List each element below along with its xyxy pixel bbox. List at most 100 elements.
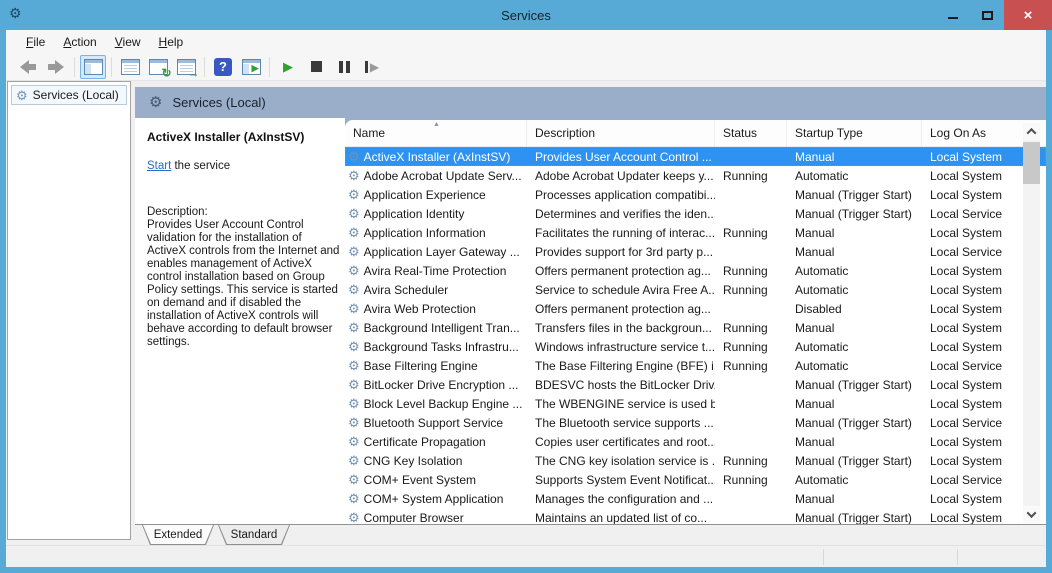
- show-console-tree-icon[interactable]: [80, 55, 106, 79]
- table-row[interactable]: ⚙Application Layer Gateway ... Provides …: [345, 242, 1046, 261]
- scrollbar-thumb[interactable]: [1023, 142, 1040, 184]
- service-gear-icon: ⚙: [348, 264, 360, 277]
- column-header-description[interactable]: Description: [527, 120, 715, 146]
- table-row[interactable]: ⚙Block Level Backup Engine ... The WBENG…: [345, 394, 1046, 413]
- export-list-icon[interactable]: →: [173, 55, 199, 79]
- service-gear-icon: ⚙: [348, 378, 360, 391]
- service-gear-icon: ⚙: [348, 226, 360, 239]
- service-rows: ⚙ActiveX Installer (AxInstSV) Provides U…: [345, 147, 1046, 524]
- table-row[interactable]: ⚙Application Information Facilitates the…: [345, 223, 1046, 242]
- sort-ascending-icon: ▲: [433, 121, 440, 128]
- start-service-link[interactable]: Start: [147, 160, 171, 172]
- pause-service-icon[interactable]: [331, 55, 357, 79]
- table-row[interactable]: ⚙Adobe Acrobat Update Serv... Adobe Acro…: [345, 166, 1046, 185]
- view-tab[interactable]: Standard: [218, 525, 290, 545]
- service-gear-icon: ⚙: [348, 435, 360, 448]
- services-gear-icon: ⚙: [16, 89, 28, 102]
- service-description-panel: ActiveX Installer (AxInstSV) Start the s…: [135, 118, 345, 524]
- extended-view-icon[interactable]: ▶: [238, 55, 264, 79]
- minimize-button[interactable]: [936, 0, 970, 30]
- table-row[interactable]: ⚙Certificate Propagation Copies user cer…: [345, 432, 1046, 451]
- vertical-scrollbar[interactable]: [1023, 123, 1040, 523]
- service-gear-icon: ⚙: [348, 416, 360, 429]
- service-gear-icon: ⚙: [348, 511, 360, 524]
- toolbar-separator: [74, 57, 75, 77]
- menu-item[interactable]: File: [18, 32, 53, 52]
- column-header-status[interactable]: Status: [715, 120, 787, 146]
- service-gear-icon: ⚙: [348, 283, 360, 296]
- help-icon[interactable]: ?: [210, 55, 236, 79]
- toolbar-separator: [111, 57, 112, 77]
- service-gear-icon: ⚙: [348, 188, 360, 201]
- window-border-right: [1046, 30, 1052, 573]
- service-gear-icon: ⚙: [348, 340, 360, 353]
- column-header-startup-type[interactable]: Startup Type: [787, 120, 922, 146]
- selected-service-title: ActiveX Installer (AxInstSV): [147, 130, 337, 144]
- table-row[interactable]: ⚙COM+ Event System Supports System Event…: [345, 470, 1046, 489]
- menu-item[interactable]: View: [107, 32, 149, 52]
- properties-icon[interactable]: [117, 55, 143, 79]
- pane-title: Services (Local): [172, 95, 265, 110]
- console-tree-panel: ⚙ Services (Local): [7, 81, 131, 540]
- table-row[interactable]: ⚙ActiveX Installer (AxInstSV) Provides U…: [345, 147, 1046, 166]
- table-row[interactable]: ⚙Avira Scheduler Service to schedule Avi…: [345, 280, 1046, 299]
- table-row[interactable]: ⚙Bluetooth Support Service The Bluetooth…: [345, 413, 1046, 432]
- stop-service-icon[interactable]: [303, 55, 329, 79]
- service-action: Start the service: [147, 160, 337, 172]
- service-gear-icon: ⚙: [348, 454, 360, 467]
- minimize-icon: [948, 17, 958, 19]
- service-gear-icon: ⚙: [348, 169, 360, 182]
- description-label: Description:: [147, 206, 337, 218]
- tree-item-services-local[interactable]: ⚙ Services (Local): [11, 85, 127, 105]
- service-gear-icon: ⚙: [348, 321, 360, 334]
- refresh-icon[interactable]: ↻: [145, 55, 171, 79]
- table-row[interactable]: ⚙Avira Web Protection Offers permanent p…: [345, 299, 1046, 318]
- service-gear-icon: ⚙: [348, 492, 360, 505]
- table-row[interactable]: ⚙Base Filtering Engine The Base Filterin…: [345, 356, 1046, 375]
- menu-bar: FileActionViewHelp: [6, 30, 1046, 53]
- scroll-down-icon[interactable]: [1023, 506, 1040, 523]
- service-gear-icon: ⚙: [348, 473, 360, 486]
- table-row[interactable]: ⚙Computer Browser Maintains an updated l…: [345, 508, 1046, 524]
- service-gear-icon: ⚙: [348, 397, 360, 410]
- services-list: Name Description Status Startup Type Log…: [345, 120, 1046, 524]
- table-row[interactable]: ⚙Application Experience Processes applic…: [345, 185, 1046, 204]
- table-row[interactable]: ⚙COM+ System Application Manages the con…: [345, 489, 1046, 508]
- status-bar: [6, 545, 1046, 567]
- window-border-bottom: [0, 566, 1052, 573]
- description-text: Provides User Account Control validation…: [147, 219, 343, 349]
- window-title: Services: [0, 8, 1052, 23]
- table-row[interactable]: ⚙BitLocker Drive Encryption ... BDESVC h…: [345, 375, 1046, 394]
- status-bar-separator: [823, 549, 824, 565]
- status-bar-separator: [957, 549, 958, 565]
- window-controls: ×: [936, 0, 1052, 30]
- toolbar-separator: [269, 57, 270, 77]
- services-window: ⚙ Services × FileActionViewHelp ↻ → ?: [0, 0, 1052, 573]
- toolbar-separator: [204, 57, 205, 77]
- title-bar: ⚙ Services ×: [0, 0, 1052, 30]
- table-row[interactable]: ⚙Application Identity Determines and ver…: [345, 204, 1046, 223]
- pane-header-band: ⚙ Services (Local): [135, 87, 1046, 118]
- view-tab[interactable]: Extended: [142, 525, 214, 545]
- table-row[interactable]: ⚙CNG Key Isolation The CNG key isolation…: [345, 451, 1046, 470]
- maximize-button[interactable]: [970, 0, 1004, 30]
- service-gear-icon: ⚙: [348, 150, 360, 163]
- table-row[interactable]: ⚙Background Tasks Infrastru... Windows i…: [345, 337, 1046, 356]
- toolbar: ↻ → ? ▶ ▶ ▶: [6, 53, 1046, 81]
- back-icon[interactable]: [15, 55, 41, 79]
- service-gear-icon: ⚙: [348, 359, 360, 372]
- start-service-icon[interactable]: ▶: [275, 55, 301, 79]
- menu-item[interactable]: Action: [55, 32, 104, 52]
- table-row[interactable]: ⚙Background Intelligent Tran... Transfer…: [345, 318, 1046, 337]
- table-row[interactable]: ⚙Avira Real-Time Protection Offers perma…: [345, 261, 1046, 280]
- maximize-icon: [982, 11, 993, 20]
- services-gear-icon: ⚙: [149, 95, 162, 110]
- service-gear-icon: ⚙: [348, 245, 360, 258]
- scroll-up-icon[interactable]: [1023, 123, 1040, 140]
- close-button[interactable]: ×: [1004, 0, 1052, 30]
- menu-item[interactable]: Help: [151, 32, 192, 52]
- list-header: Name Description Status Startup Type Log…: [345, 120, 1046, 147]
- forward-icon[interactable]: [43, 55, 69, 79]
- column-header-log-on-as[interactable]: Log On As: [922, 120, 1022, 146]
- restart-service-icon[interactable]: ▶: [359, 55, 385, 79]
